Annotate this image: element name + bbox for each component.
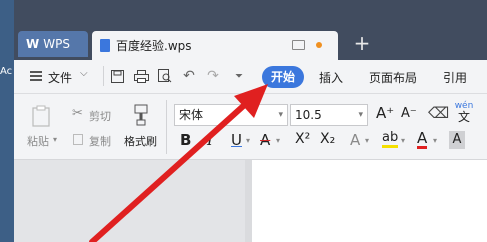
superscript-button[interactable]: X² bbox=[295, 131, 310, 147]
wps-logo-icon: W bbox=[26, 37, 40, 51]
cut-icon[interactable]: ✂ bbox=[72, 106, 83, 121]
format-painter-button[interactable]: 格式刷 bbox=[124, 133, 157, 149]
desktop-edge: Ac bbox=[0, 0, 14, 242]
document-icon bbox=[100, 39, 110, 52]
menu-tab-page-layout[interactable]: 页面布局 bbox=[369, 69, 417, 86]
text-effect-dropdown-icon[interactable]: ▾ bbox=[365, 136, 369, 145]
underline-dropdown-icon[interactable]: ▾ bbox=[246, 136, 250, 145]
shrink-font-button[interactable]: A⁻ bbox=[401, 106, 417, 121]
font-size-value: 10.5 bbox=[295, 108, 322, 122]
font-color-button[interactable]: A bbox=[417, 130, 428, 149]
font-name-select[interactable]: 宋体 ▾ bbox=[174, 104, 288, 126]
character-shading-button[interactable]: A bbox=[449, 131, 465, 149]
menu-file[interactable]: 文件 bbox=[48, 69, 72, 86]
tab-document[interactable]: 百度经验.wps bbox=[92, 31, 338, 60]
subscript-button[interactable]: X₂ bbox=[320, 131, 335, 147]
cut-button[interactable]: 剪切 bbox=[89, 108, 111, 124]
tab-wps-label: WPS bbox=[43, 37, 70, 51]
unsaved-dot-icon bbox=[316, 42, 322, 48]
format-painter-icon[interactable] bbox=[131, 103, 151, 127]
underline-button[interactable]: U bbox=[231, 131, 242, 149]
paste-button[interactable]: 粘贴 bbox=[27, 133, 49, 149]
customize-toolbar-icon[interactable]: ⏷ bbox=[232, 66, 246, 86]
hamburger-icon[interactable] bbox=[30, 71, 42, 81]
grow-font-button[interactable]: A⁺ bbox=[376, 104, 394, 122]
copy-icon[interactable] bbox=[73, 134, 83, 145]
strikethrough-button[interactable]: A bbox=[260, 131, 270, 149]
print-preview-icon[interactable] bbox=[156, 66, 174, 86]
pinyin-char: 文 bbox=[457, 110, 470, 124]
undo-icon[interactable]: ↶ bbox=[181, 66, 197, 86]
font-name-value: 宋体 bbox=[179, 108, 204, 122]
copy-button[interactable]: 复制 bbox=[89, 133, 111, 149]
highlight-button[interactable]: ab bbox=[382, 130, 399, 148]
text-effect-button[interactable]: A bbox=[350, 131, 360, 149]
monitor-icon[interactable] bbox=[292, 40, 305, 50]
menu-tab-references[interactable]: 引用 bbox=[443, 69, 467, 86]
chevron-down-icon[interactable]: ▾ bbox=[358, 105, 363, 125]
new-tab-button[interactable]: + bbox=[350, 30, 374, 56]
save-icon[interactable] bbox=[109, 66, 125, 86]
print-icon[interactable] bbox=[132, 66, 150, 86]
strikethrough-dropdown-icon[interactable]: ▾ bbox=[276, 136, 280, 145]
tab-wps-home[interactable]: W WPS bbox=[18, 31, 88, 57]
menu-tab-insert[interactable]: 插入 bbox=[319, 69, 343, 86]
bold-button[interactable]: B bbox=[180, 131, 191, 149]
paste-dropdown-icon[interactable]: ▾ bbox=[53, 135, 57, 144]
paste-icon[interactable] bbox=[30, 103, 52, 129]
page-shadow bbox=[245, 160, 252, 242]
menu-tab-home[interactable]: 开始 bbox=[262, 66, 304, 88]
redo-icon[interactable]: ↷ bbox=[205, 66, 221, 86]
italic-button[interactable]: I bbox=[207, 131, 213, 149]
eraser-icon[interactable]: ⌫ bbox=[428, 104, 449, 122]
tab-document-label: 百度经验.wps bbox=[116, 39, 192, 53]
chevron-down-icon[interactable]: ▾ bbox=[278, 105, 283, 125]
highlight-dropdown-icon[interactable]: ▾ bbox=[401, 136, 405, 145]
font-color-dropdown-icon[interactable]: ▾ bbox=[433, 136, 437, 145]
chevron-down-icon[interactable]: ⌵ bbox=[80, 68, 88, 79]
document-page[interactable] bbox=[252, 160, 487, 242]
pinyin-button[interactable]: wén 文 bbox=[452, 101, 476, 127]
font-size-select[interactable]: 10.5 ▾ bbox=[290, 104, 368, 126]
desktop-label: Ac bbox=[0, 66, 13, 77]
